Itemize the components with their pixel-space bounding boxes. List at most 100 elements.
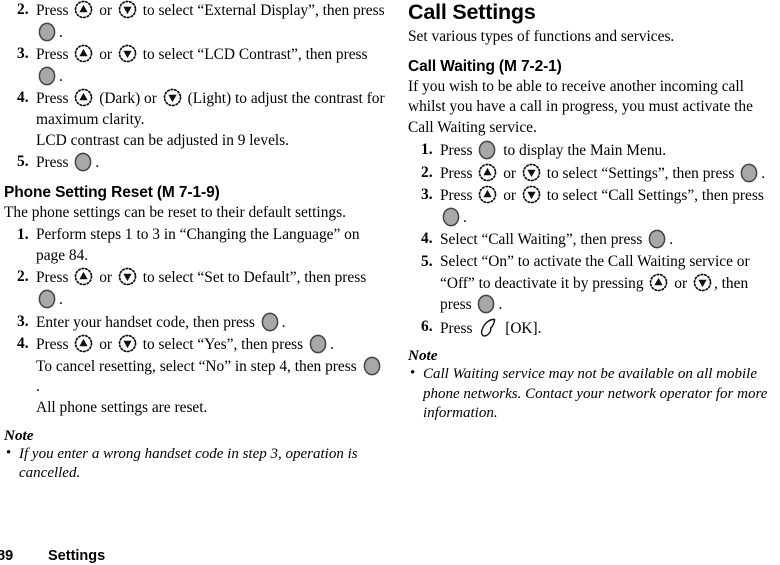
step-text: Select “On” to activate the Call Waiting… bbox=[440, 252, 750, 314]
right-column: Call Settings Set various types of funct… bbox=[408, 0, 780, 424]
left-soft-key-icon bbox=[478, 317, 498, 338]
center-select-key-icon bbox=[478, 140, 496, 160]
nav-up-key-icon bbox=[74, 0, 93, 19]
step-item: 2. Press or to select “External Display”,… bbox=[4, 0, 385, 43]
left-note-heading: Note bbox=[4, 426, 34, 444]
heading-text: Phone Setting Reset bbox=[4, 183, 153, 201]
nav-up-key-icon bbox=[478, 185, 497, 204]
step-item: 3. Enter your handset code, then press . bbox=[4, 312, 385, 334]
heading-text: Call Waiting bbox=[408, 57, 495, 75]
step-number: 6. bbox=[421, 317, 433, 335]
step-item: 1. Press to display the Main Menu. bbox=[408, 140, 780, 162]
step-item: 3. Press or to select “LCD Contrast”, the… bbox=[4, 44, 385, 87]
phone-setting-reset-heading: Phone Setting Reset (M 7-1-9) bbox=[4, 183, 385, 202]
step-number: 2. bbox=[17, 1, 29, 18]
phone-setting-reset-intro: The phone settings can be reset to their… bbox=[4, 203, 346, 221]
menu-reference: (M 7-2-1) bbox=[498, 57, 562, 75]
step-item: 1. Perform steps 1 to 3 in “Changing the … bbox=[4, 225, 385, 266]
center-select-key-icon bbox=[648, 229, 666, 249]
continued-steps-list: 2. Press or to select “External Display”,… bbox=[4, 0, 385, 174]
center-select-key-icon bbox=[74, 152, 92, 172]
right-note-heading: Note bbox=[408, 347, 438, 365]
nav-down-key-icon bbox=[118, 44, 137, 63]
nav-up-key-icon bbox=[649, 273, 668, 292]
step-text: Perform steps 1 to 3 in “Changing the La… bbox=[36, 226, 360, 264]
step-text: Press (Dark) or (Light) to adjust the co… bbox=[36, 88, 385, 128]
center-select-key-icon bbox=[38, 289, 56, 309]
call-waiting-heading: Call Waiting (M 7-2-1) bbox=[408, 57, 780, 76]
right-note-list: • Call Waiting service may not be availab… bbox=[408, 365, 780, 424]
step-number: 4. bbox=[17, 335, 29, 353]
step-text: Press or to select “External Display”, t… bbox=[36, 0, 385, 42]
step-item: 4. Press (Dark) or (Light) to adjust the … bbox=[4, 88, 385, 151]
step-item: 2. Press or to select “Settings”, then pr… bbox=[408, 163, 780, 185]
footer-section-name: Settings bbox=[48, 548, 106, 564]
center-select-key-icon bbox=[740, 163, 758, 183]
step-item: 2. Press or to select “Set to Default”, t… bbox=[4, 267, 385, 310]
note-bullet: • bbox=[410, 365, 416, 382]
nav-down-key-icon bbox=[163, 88, 182, 107]
call-settings-heading: Call Settings bbox=[408, 0, 536, 24]
nav-down-key-icon bbox=[693, 273, 712, 292]
step-text: Press or to select “Call Settings”, then… bbox=[440, 185, 764, 227]
center-select-key-icon bbox=[442, 207, 460, 227]
nav-up-key-icon bbox=[74, 334, 93, 353]
step-item: 4. Press or to select “Yes”, then press .… bbox=[4, 334, 385, 418]
step-number: 3. bbox=[421, 186, 433, 204]
step-number: 3. bbox=[17, 45, 29, 63]
footer-page-number: 89 bbox=[0, 548, 14, 564]
step-subtext: All phone settings are reset. bbox=[36, 399, 208, 416]
call-settings-intro: Set various types of functions and servi… bbox=[408, 28, 675, 45]
nav-down-key-icon bbox=[118, 334, 137, 353]
call-waiting-steps: 1. Press to display the Main Menu. 2. Press… bbox=[408, 140, 780, 339]
step-number: 1. bbox=[421, 141, 433, 158]
step-number: 4. bbox=[421, 230, 433, 248]
left-note-list: • If you enter a wrong handset code in st… bbox=[4, 445, 385, 484]
nav-up-key-icon bbox=[74, 267, 93, 286]
center-select-key-icon bbox=[309, 334, 327, 354]
step-item: 5. Select “On” to activate the Call Waiti… bbox=[408, 252, 780, 316]
note-item: • If you enter a wrong handset code in st… bbox=[6, 444, 358, 482]
step-item: 3. Press or to select “Call Settings”, th… bbox=[408, 185, 780, 228]
step-item: 5. Press . bbox=[4, 152, 385, 174]
menu-reference: (M 7-1-9) bbox=[156, 183, 220, 201]
nav-down-key-icon bbox=[118, 267, 137, 286]
phone-setting-reset-steps: 1. Perform steps 1 to 3 in “Changing the … bbox=[4, 225, 385, 418]
manual-page: 2. Press or to select “External Display”,… bbox=[0, 0, 780, 564]
center-select-key-icon bbox=[261, 312, 279, 332]
nav-up-key-icon bbox=[74, 88, 93, 107]
nav-down-key-icon bbox=[522, 163, 541, 182]
step-number: 1. bbox=[17, 226, 29, 244]
step-text: Press [OK]. bbox=[440, 317, 542, 338]
center-select-key-icon bbox=[38, 66, 56, 86]
note-bullet: • bbox=[6, 444, 12, 461]
center-select-key-icon bbox=[38, 22, 56, 42]
step-number: 4. bbox=[17, 89, 29, 107]
step-text: Press . bbox=[36, 152, 100, 172]
nav-down-key-icon bbox=[522, 185, 541, 204]
nav-down-key-icon bbox=[118, 0, 137, 19]
step-text: Press or to select “Set to Default”, the… bbox=[36, 267, 367, 309]
step-text: Press or to select “Settings”, then pres… bbox=[440, 163, 766, 183]
step-item: 6. Press [OK]. bbox=[408, 317, 780, 340]
center-select-key-icon bbox=[477, 294, 495, 314]
note-item: • Call Waiting service may not be availab… bbox=[410, 365, 768, 422]
center-select-key-icon bbox=[363, 356, 381, 376]
step-number: 5. bbox=[17, 153, 29, 171]
step-number: 3. bbox=[17, 312, 29, 330]
step-text: Press or to select “LCD Contrast”, then … bbox=[36, 44, 368, 86]
nav-up-key-icon bbox=[478, 163, 497, 182]
left-column: 2. Press or to select “External Display”,… bbox=[4, 0, 385, 484]
step-text: Press or to select “Yes”, then press . bbox=[36, 334, 334, 354]
step-text: Press to display the Main Menu. bbox=[440, 140, 667, 160]
nav-up-key-icon bbox=[74, 44, 93, 63]
step-number: 5. bbox=[421, 252, 433, 270]
step-text: Select “Call Waiting”, then press . bbox=[440, 229, 674, 249]
call-waiting-intro: If you wish to be able to receive anothe… bbox=[408, 77, 753, 136]
step-subtext: LCD contrast can be adjusted in 9 levels… bbox=[36, 131, 290, 149]
step-number: 2. bbox=[17, 268, 29, 286]
step-text: Enter your handset code, then press . bbox=[36, 312, 286, 332]
step-item: 4. Select “Call Waiting”, then press . bbox=[408, 229, 780, 251]
step-number: 2. bbox=[421, 163, 433, 181]
step-subtext: To cancel resetting, select “No” in step… bbox=[36, 356, 385, 398]
